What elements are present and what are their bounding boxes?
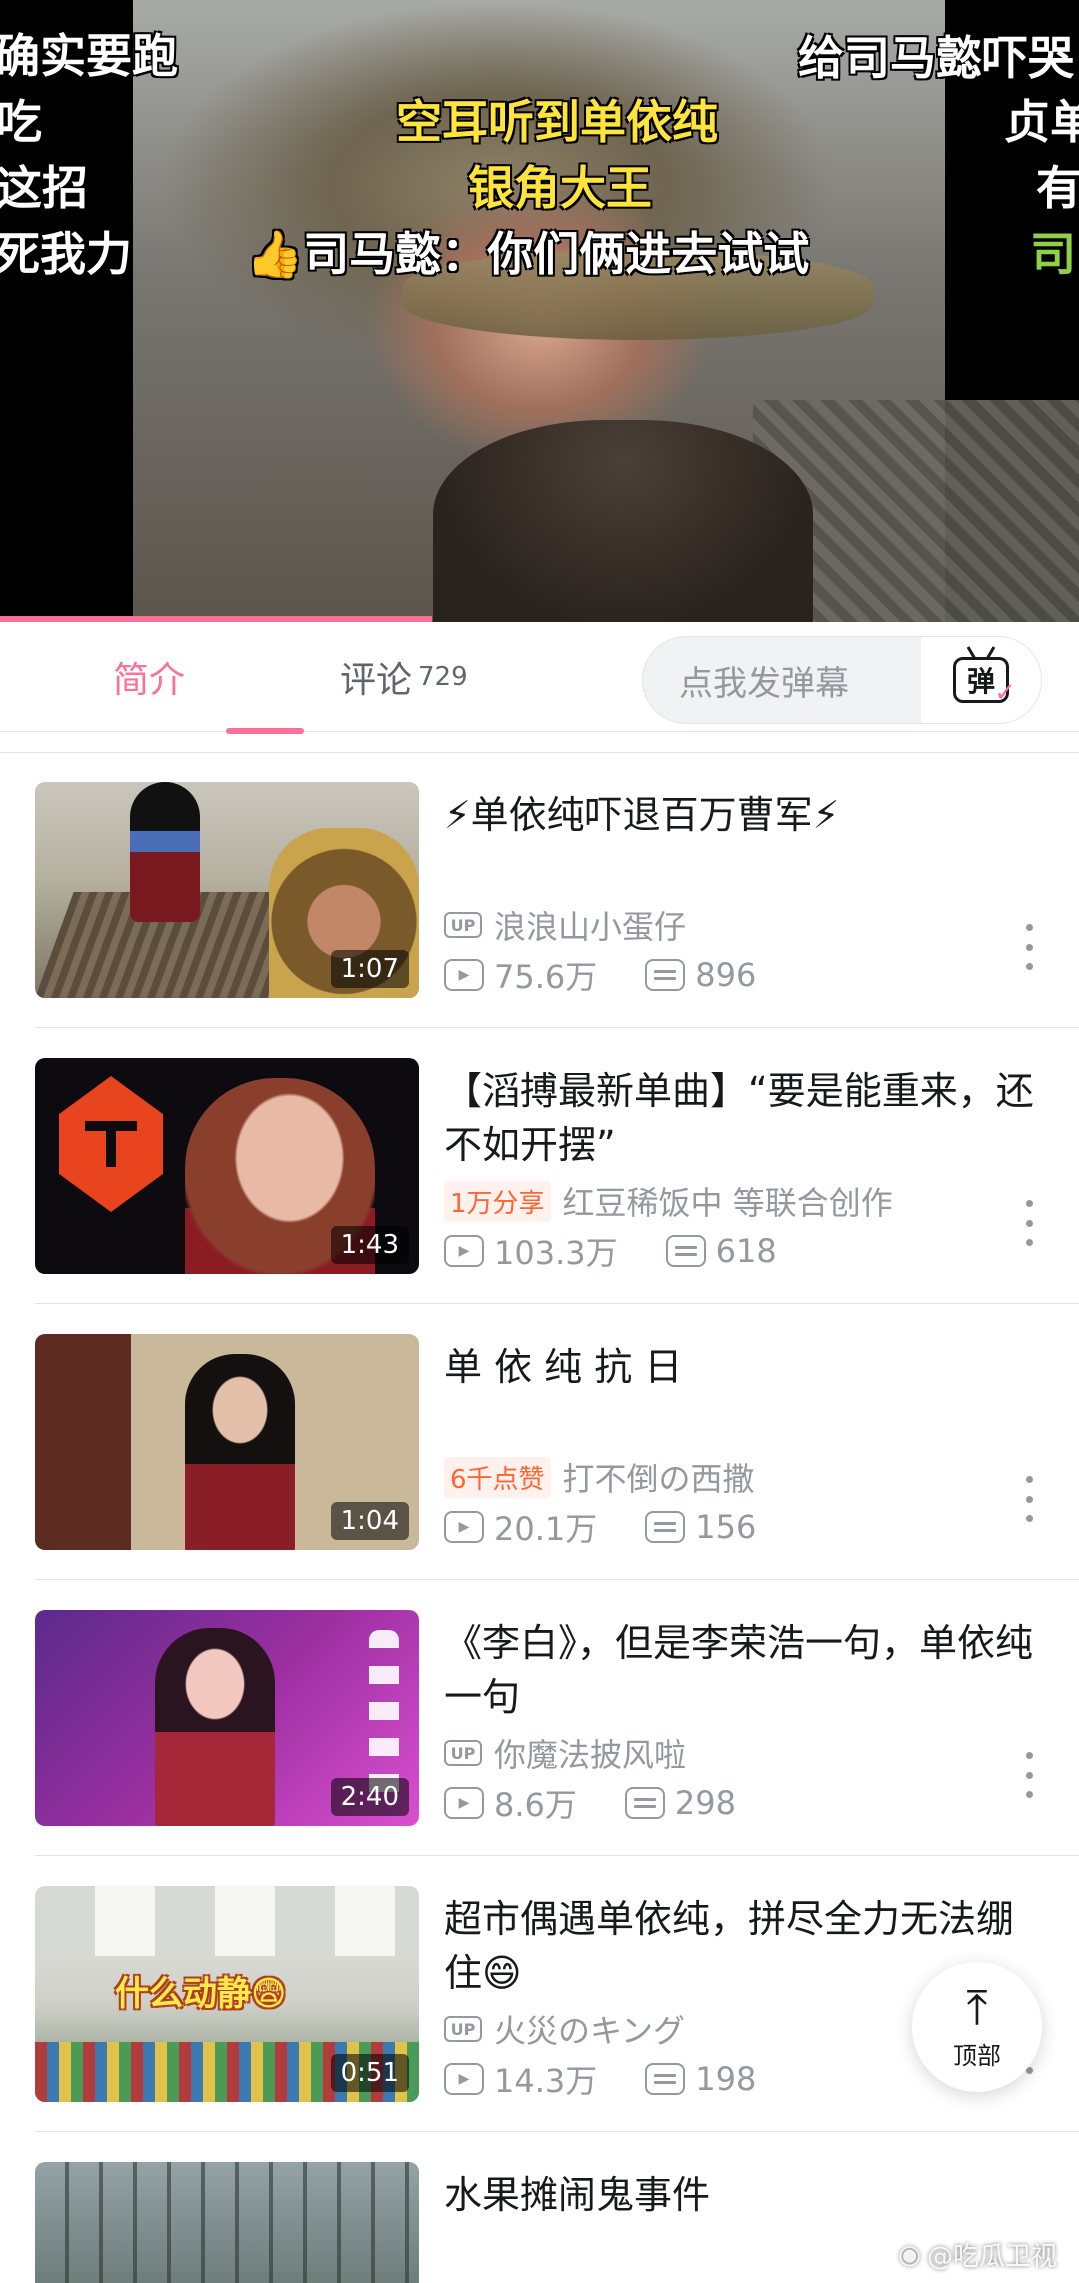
danmaku-comment: 司 bbox=[1030, 227, 1076, 281]
more-options-icon[interactable] bbox=[1019, 1752, 1039, 1798]
video-owner[interactable]: UP 火災のキング bbox=[444, 2006, 685, 2052]
video-stats: ▶ 75.6万 896 bbox=[444, 952, 756, 998]
danmaku-count-icon bbox=[645, 2063, 686, 2095]
danmaku-count: 618 bbox=[715, 1232, 777, 1270]
play-count-icon: ▶ bbox=[444, 1511, 484, 1543]
watermark: ◉ @吃瓜卫视 bbox=[898, 2236, 1057, 2273]
brand-logo bbox=[59, 1076, 163, 1212]
list-item[interactable]: 什么动静😨 0:51 超市偶遇单依纯，拼尽全力无法绷住😄 UP 火災のキング ▶… bbox=[0, 1856, 1079, 2132]
more-options-icon[interactable] bbox=[1019, 1476, 1039, 1522]
back-to-top-button[interactable]: ⤒ 顶部 bbox=[912, 1962, 1042, 2092]
danmaku-comment: 空耳听到单依纯 bbox=[396, 95, 718, 149]
arrow-up-icon: ⤒ bbox=[966, 1979, 988, 2036]
tab-intro[interactable]: 简介 bbox=[113, 622, 304, 734]
danmaku-toggle-button[interactable]: 弹 ✓ bbox=[921, 637, 1041, 723]
owner-name: 浪浪山小蛋仔 bbox=[494, 908, 687, 946]
video-duration: 0:51 bbox=[330, 2054, 409, 2092]
danmaku-count: 896 bbox=[695, 956, 757, 994]
view-count: 14.3万 bbox=[494, 2062, 598, 2100]
danmaku-comment: 有 bbox=[1036, 161, 1079, 215]
danmaku-count: 156 bbox=[695, 1508, 757, 1546]
video-player[interactable]: 确实要跑 吃 这招 死我力 给司马懿吓哭 贞单 有 司 空耳听到单依纯 银角大王… bbox=[0, 0, 1079, 622]
watermark-text: @吃瓜卫视 bbox=[926, 2242, 1057, 2272]
video-owner[interactable]: 1万分享 红豆稀饭中 等联合创作 bbox=[444, 1178, 893, 1224]
danmaku-comment-liked: 👍司马懿：你们俩进去试试 bbox=[246, 227, 810, 281]
view-count: 8.6万 bbox=[494, 1786, 577, 1824]
video-duration: 1:43 bbox=[330, 1226, 409, 1264]
danmaku-comment: 吃 bbox=[0, 95, 42, 149]
video-duration: 2:40 bbox=[330, 1778, 409, 1816]
video-owner[interactable]: UP 你魔法披风啦 bbox=[444, 1730, 686, 1776]
video-title[interactable]: 《李白》，但是李荣浩一句，单依纯一句 bbox=[444, 1616, 1044, 1724]
tab-comments[interactable]: 评论 729 bbox=[340, 622, 468, 732]
video-title[interactable]: 水果摊闹鬼事件 bbox=[444, 2168, 1044, 2222]
play-count-icon: ▶ bbox=[444, 2063, 484, 2095]
tab-intro-label: 简介 bbox=[113, 660, 186, 701]
list-item[interactable]: 2:40 《李白》，但是李荣浩一句，单依纯一句 UP 你魔法披风啦 ▶ 8.6万… bbox=[0, 1580, 1079, 1856]
video-duration: 1:04 bbox=[330, 1502, 409, 1540]
view-count: 75.6万 bbox=[494, 958, 598, 996]
danmaku-count-icon bbox=[645, 959, 686, 991]
video-cover[interactable]: 1:43 bbox=[35, 1058, 419, 1274]
video-cover[interactable]: 什么动静😨 0:51 bbox=[35, 1886, 419, 2102]
danmaku-count-icon bbox=[624, 1787, 665, 1819]
share-tag: 1万分享 bbox=[444, 1180, 551, 1222]
danmaku-comment: 这招 bbox=[0, 161, 88, 215]
danmaku-input[interactable]: 点我发弹幕 弹 ✓ bbox=[642, 636, 1042, 724]
video-title[interactable]: 【滔搏最新单曲】“要是能重来，还不如开摆” bbox=[444, 1064, 1044, 1172]
play-count-icon: ▶ bbox=[444, 1787, 484, 1819]
video-title[interactable]: ⚡单依纯吓退百万曹军⚡ bbox=[444, 788, 1044, 842]
back-to-top-label: 顶部 bbox=[953, 2041, 1001, 2070]
view-count: 20.1万 bbox=[494, 1510, 598, 1548]
video-stats: ▶ 20.1万 156 bbox=[444, 1504, 756, 1550]
owner-name: 打不倒の西撒 bbox=[562, 1460, 755, 1498]
video-cover[interactable] bbox=[35, 2162, 419, 2283]
video-owner[interactable]: UP 浪浪山小蛋仔 bbox=[444, 902, 686, 948]
danmaku-count-icon bbox=[645, 1511, 686, 1543]
play-count-icon: ▶ bbox=[444, 959, 484, 991]
danmaku-comment: 死我力 bbox=[0, 227, 132, 281]
list-item[interactable]: 1:43 【滔搏最新单曲】“要是能重来，还不如开摆” 1万分享 红豆稀饭中 等联… bbox=[0, 1028, 1079, 1304]
view-count: 103.3万 bbox=[494, 1234, 618, 1272]
video-owner[interactable]: 6千点赞 打不倒の西撒 bbox=[444, 1454, 755, 1500]
video-stats: ▶ 8.6万 298 bbox=[444, 1780, 736, 1826]
more-options-icon[interactable] bbox=[1019, 924, 1039, 970]
more-options-icon[interactable] bbox=[1019, 1200, 1039, 1246]
danmaku-comment: 确实要跑 bbox=[0, 29, 178, 83]
play-count-icon: ▶ bbox=[444, 1235, 484, 1267]
video-stats: ▶ 14.3万 198 bbox=[444, 2056, 756, 2102]
up-badge-icon: UP bbox=[444, 2016, 482, 2042]
beard-shape bbox=[433, 420, 813, 622]
owner-name: 红豆稀饭中 等联合创作 bbox=[562, 1184, 893, 1222]
list-item[interactable]: 1:04 单 依 纯 抗 日 6千点赞 打不倒の西撒 ▶ 20.1万 156 bbox=[0, 1304, 1079, 1580]
danmaku-tv-icon: 弹 ✓ bbox=[953, 657, 1016, 708]
danmaku-count-icon bbox=[665, 1235, 706, 1267]
danmaku-count: 298 bbox=[674, 1784, 736, 1822]
comments-count: 729 bbox=[418, 662, 468, 692]
danmaku-input-placeholder: 点我发弹幕 bbox=[679, 663, 849, 704]
up-badge-icon: UP bbox=[444, 1740, 482, 1766]
danmaku-comment: 贞单 bbox=[1004, 95, 1079, 149]
video-cover[interactable]: 2:40 bbox=[35, 1610, 419, 1826]
video-cover[interactable]: 1:04 bbox=[35, 1334, 419, 1550]
cover-caption: 什么动静😨 bbox=[115, 1974, 287, 2014]
owner-name: 你魔法披风啦 bbox=[494, 1736, 687, 1774]
like-tag: 6千点赞 bbox=[444, 1456, 551, 1498]
video-duration: 1:07 bbox=[330, 950, 409, 988]
video-cover[interactable]: 1:07 bbox=[35, 782, 419, 998]
tab-comments-label: 评论 bbox=[340, 660, 413, 701]
list-item[interactable]: 1:07 ⚡单依纯吓退百万曹军⚡ UP 浪浪山小蛋仔 ▶ 75.6万 896 bbox=[0, 752, 1079, 1028]
danmaku-count: 198 bbox=[695, 2060, 757, 2098]
video-title[interactable]: 单 依 纯 抗 日 bbox=[444, 1340, 1044, 1394]
danmaku-comment: 银角大王 bbox=[468, 161, 652, 215]
tab-active-indicator bbox=[226, 728, 304, 734]
up-badge-icon: UP bbox=[444, 912, 482, 938]
owner-name: 火災のキング bbox=[494, 2012, 686, 2050]
weibo-icon: ◉ bbox=[898, 2239, 921, 2270]
video-stats: ▶ 103.3万 618 bbox=[444, 1228, 777, 1274]
danmaku-comment: 给司马懿吓哭 bbox=[798, 31, 1074, 85]
thumbs-up-icon: 👍 bbox=[246, 227, 304, 281]
tab-bar: 简介 评论 729 点我发弹幕 弹 ✓ bbox=[0, 622, 1079, 734]
